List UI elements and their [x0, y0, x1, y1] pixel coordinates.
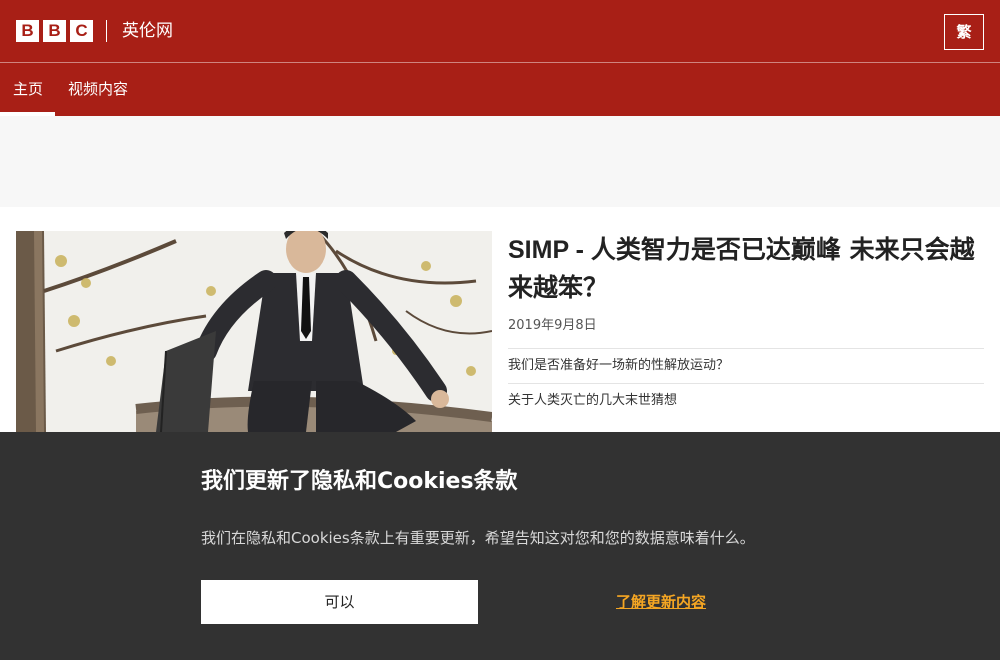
story-image[interactable] — [16, 231, 492, 432]
bbc-logo-letter: C — [70, 20, 93, 42]
main-nav: 主页 视频内容 — [0, 64, 1000, 116]
related-story-link[interactable]: 我们是否准备好一场新的性解放运动？ — [508, 348, 984, 383]
site-name-link[interactable]: 英伦网 — [122, 19, 173, 43]
related-story-link[interactable]: 关于人类灭亡的几大末世猜想 — [508, 383, 984, 418]
story-date: 2019年9月8日 — [508, 318, 597, 333]
story-headline-prefix: SIMP - — [508, 236, 591, 264]
brand-row: B B C 英伦网 繁 — [0, 0, 1000, 63]
man-in-tree-photo — [16, 231, 492, 432]
learn-more-link[interactable]: 了解更新内容 — [616, 591, 706, 613]
brand-divider — [106, 20, 107, 42]
cookie-banner: 我们更新了隐私和Cookies条款 我们在隐私和Cookies条款上有重要更新，… — [0, 432, 1000, 660]
ad-placeholder — [0, 116, 1000, 207]
traditional-chinese-button[interactable]: 繁 — [944, 14, 984, 50]
nav-item-home[interactable]: 主页 — [0, 64, 56, 116]
bbc-logo-letter: B — [43, 20, 66, 42]
accept-cookies-button[interactable]: 可以 — [201, 580, 478, 624]
cookie-banner-text: 我们在隐私和Cookies条款上有重要更新，希望告知这对您和您的数据意味着什么。 — [201, 529, 755, 547]
masthead: B B C 英伦网 繁 主页 视频内容 — [0, 0, 1000, 116]
bbc-logo-letter: B — [16, 20, 39, 42]
nav-item-video[interactable]: 视频内容 — [68, 64, 128, 116]
story-headline[interactable]: SIMP - 人类智力是否已达巅峰 未来只会越来越笨？ — [508, 231, 984, 307]
cookie-banner-title: 我们更新了隐私和Cookies条款 — [201, 469, 518, 494]
bbc-logo[interactable]: B B C — [16, 20, 93, 42]
